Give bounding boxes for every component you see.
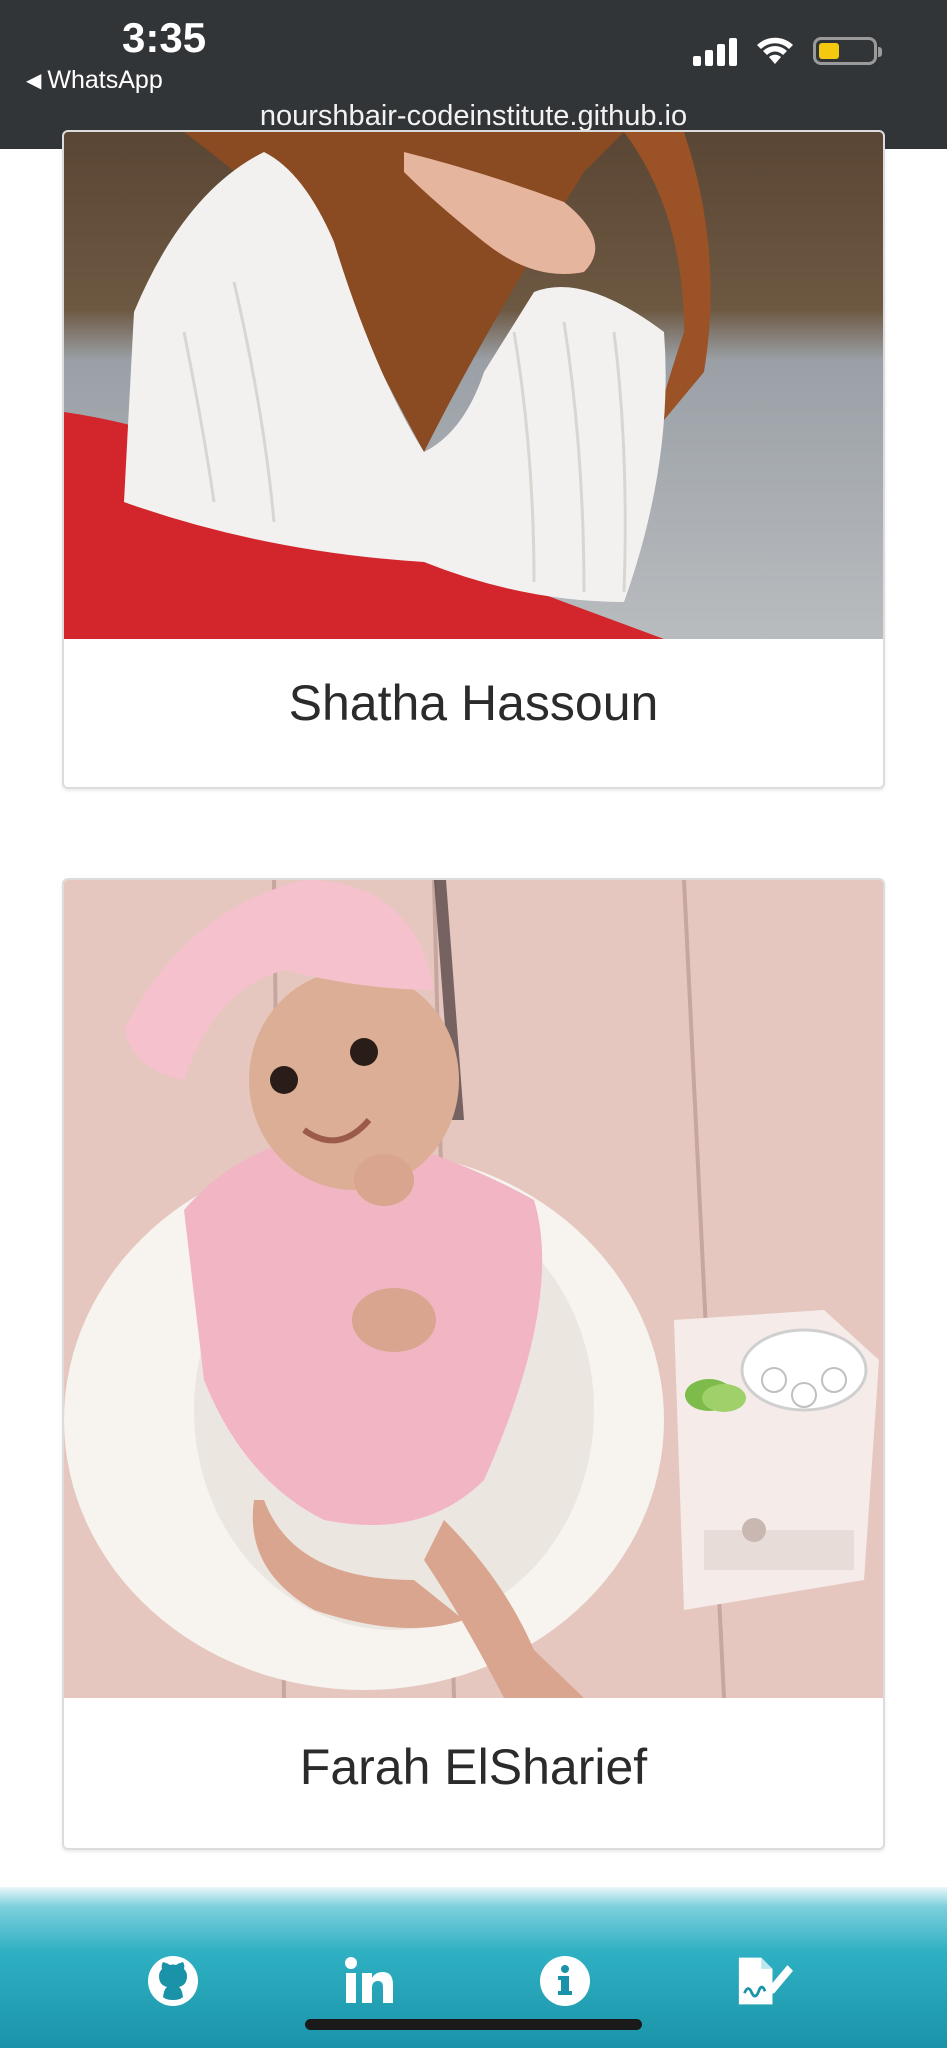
signature-document-icon [738,1957,793,2005]
status-time: 3:35 [122,14,207,61]
home-indicator[interactable] [305,2019,642,2030]
linkedin-icon [345,1957,393,2003]
profile-card[interactable]: Farah ElSharief [62,878,885,1850]
profile-photo [64,880,883,1698]
back-arrow-icon: ◀ [26,70,42,92]
status-icons [693,36,882,66]
battery-icon [813,37,882,65]
wifi-icon [757,37,793,64]
github-link[interactable] [145,1953,201,2009]
profile-card[interactable]: Shatha Hassoun [62,130,885,789]
browser-top-bar: 3:35 ◀ WhatsApp nourshbair-codeinstitute… [0,0,947,149]
profile-photo [64,132,883,639]
cellular-signal-icon [693,36,737,66]
back-app-label: WhatsApp [47,66,163,94]
info-link[interactable] [537,1953,593,2009]
back-to-app-link[interactable]: ◀ WhatsApp [26,66,163,95]
url-bar[interactable]: nourshbair-codeinstitute.github.io [0,100,947,133]
github-icon [148,1956,198,2006]
signature-document-link[interactable] [737,1953,793,2009]
info-icon [540,1956,590,2006]
profile-name: Shatha Hassoun [288,675,659,731]
profile-name: Farah ElSharief [299,1739,648,1795]
linkedin-link[interactable] [341,1953,397,2009]
